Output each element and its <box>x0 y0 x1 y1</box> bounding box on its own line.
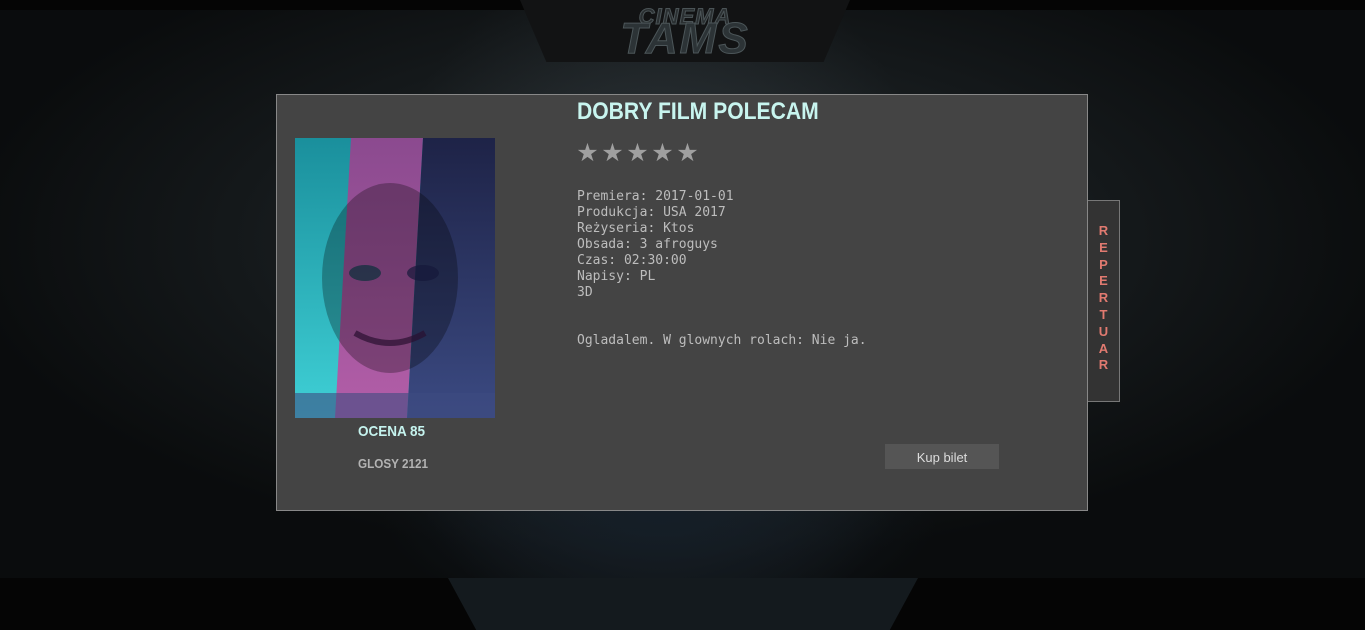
movie-details-panel: OCENA 85 GLOSY 2121 DOBRY FILM POLECAM ★… <box>276 94 1088 511</box>
star-icon[interactable]: ★ <box>676 140 699 165</box>
bottom-decoration <box>448 578 918 630</box>
repertuar-label: REPERTUAR <box>1098 223 1109 373</box>
buy-ticket-button[interactable]: Kup bilet <box>885 444 999 469</box>
cast-info: Obsada: 3 afroguys <box>577 237 718 252</box>
movie-description: Ogladalem. W glownych rolach: Nie ja. <box>577 333 867 348</box>
star-icon[interactable]: ★ <box>601 140 624 165</box>
production-info: Produkcja: USA 2017 <box>577 205 726 220</box>
director-info: Reżyseria: Ktos <box>577 221 695 236</box>
poster-image <box>295 138 495 418</box>
site-logo[interactable]: CINEMA TAMS <box>520 0 850 62</box>
premiere-date: Premiera: 2017-01-01 <box>577 189 734 204</box>
star-rating[interactable]: ★ ★ ★ ★ ★ <box>576 140 699 165</box>
repertuar-tab[interactable]: REPERTUAR <box>1088 200 1120 402</box>
movie-title: DOBRY FILM POLECAM <box>577 98 819 125</box>
star-icon[interactable]: ★ <box>651 140 674 165</box>
logo-main-text: TAMS <box>620 14 750 63</box>
movie-details: Premiera: 2017-01-01 Produkcja: USA 2017… <box>577 189 734 301</box>
votes-count: GLOSY 2121 <box>358 456 429 471</box>
format-info: 3D <box>577 285 593 300</box>
duration-info: Czas: 02:30:00 <box>577 253 687 268</box>
rating-score: OCENA 85 <box>358 423 426 440</box>
subtitles-info: Napisy: PL <box>577 269 656 284</box>
movie-poster[interactable] <box>295 138 495 418</box>
star-icon[interactable]: ★ <box>576 140 599 165</box>
star-icon[interactable]: ★ <box>626 140 649 165</box>
